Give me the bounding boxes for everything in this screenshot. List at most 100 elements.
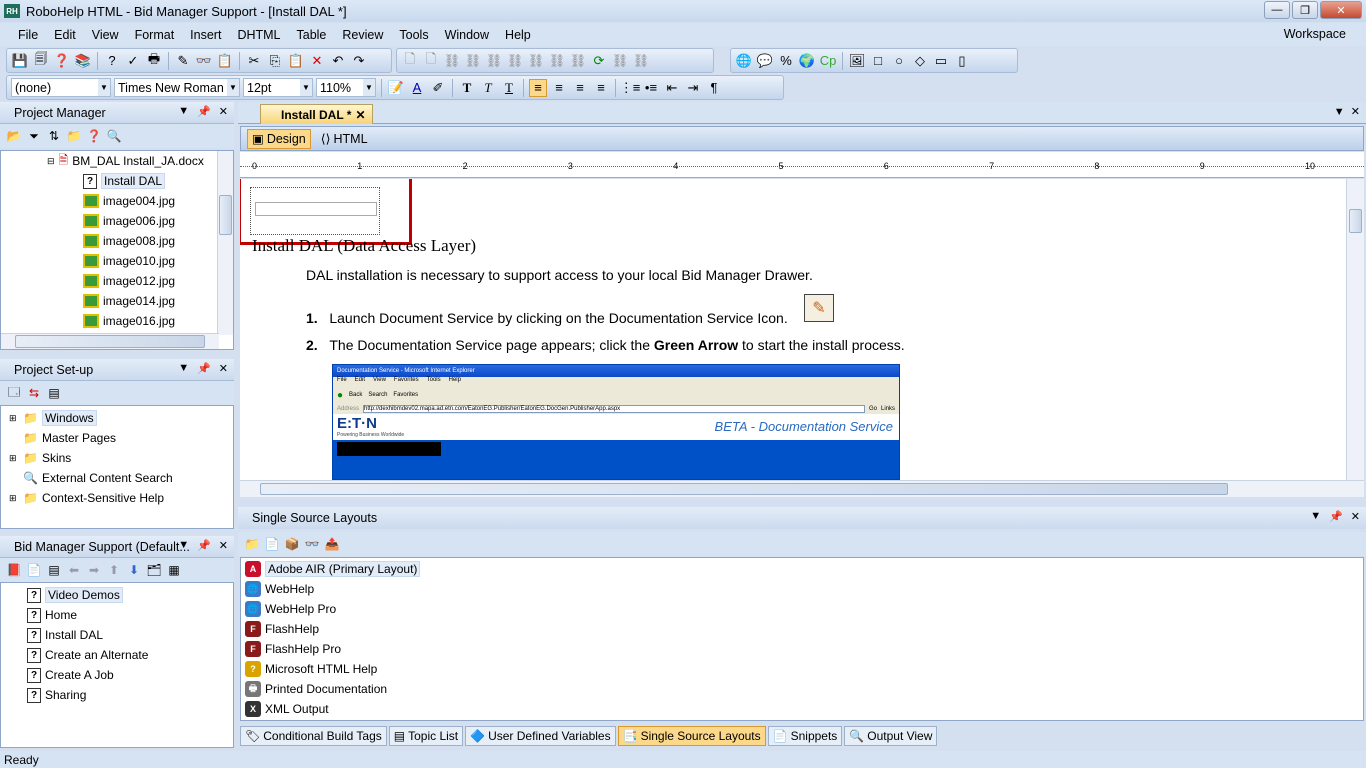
horizontal-scrollbar[interactable] <box>1 333 219 349</box>
ruler[interactable]: 0 1 2 3 4 5 6 7 8 9 10 <box>240 152 1364 178</box>
pencil-icon[interactable]: ✎ <box>174 52 192 70</box>
tree-item[interactable]: image012.jpg <box>1 271 233 291</box>
layout-item[interactable]: A Adobe AIR (Primary Layout) <box>241 559 1363 579</box>
tab-snippets[interactable]: 📄 Snippets <box>767 726 843 746</box>
outdent-icon[interactable]: ⇤ <box>663 79 681 97</box>
tree-item[interactable]: image004.jpg <box>1 191 233 211</box>
expand-icon[interactable]: ⊞ <box>9 493 19 504</box>
delete-icon[interactable]: ✕ <box>308 52 326 70</box>
open-folder-icon[interactable]: 📂 <box>6 128 22 144</box>
rectangle-icon[interactable]: □ <box>869 52 887 70</box>
justify-icon[interactable]: ≡ <box>592 79 610 97</box>
new-page-icon[interactable]: 🗋 <box>401 51 419 70</box>
web-icon[interactable]: 🌐 <box>735 52 753 70</box>
folder-icon[interactable]: 🗂 <box>146 562 162 578</box>
tree-item[interactable]: image016.jpg <box>1 311 233 331</box>
find-icon[interactable]: 🔍 <box>106 128 122 144</box>
diamond-icon[interactable]: ◇ <box>911 52 929 70</box>
align-center-icon[interactable]: ≡ <box>550 79 568 97</box>
dropdown-icon[interactable]: ▼ <box>1334 106 1345 118</box>
tab-user-defined-variables[interactable]: 🔷 User Defined Variables <box>465 726 616 746</box>
swap-icon[interactable]: ⇆ <box>26 385 42 401</box>
vertical-scrollbar[interactable] <box>217 151 233 335</box>
layout-item[interactable]: ? Microsoft HTML Help <box>241 659 1363 679</box>
underline-icon[interactable]: T <box>500 79 518 97</box>
highlight-icon[interactable]: ✐ <box>429 79 447 97</box>
expand-icon[interactable]: ⊞ <box>9 453 19 464</box>
tree-item[interactable]: image006.jpg <box>1 211 233 231</box>
globe-icon[interactable]: 🌍 <box>798 52 816 70</box>
paste-icon[interactable]: 📋 <box>287 52 305 70</box>
properties-icon[interactable]: 📄 <box>264 536 280 552</box>
list-icon[interactable]: ▤ <box>46 562 62 578</box>
link-icon[interactable]: ⛓ <box>485 52 503 70</box>
menu-window[interactable]: Window <box>437 28 497 42</box>
circle-icon[interactable]: ○ <box>890 52 908 70</box>
collapse-icon[interactable]: ⊟ <box>47 156 55 167</box>
bold-icon[interactable]: T <box>458 79 476 97</box>
layout-item[interactable]: 🖶 Printed Documentation <box>241 679 1363 699</box>
layout-item[interactable]: X XML Output <box>241 699 1363 719</box>
font-color-icon[interactable]: A <box>408 79 426 97</box>
tab-single-source-layouts[interactable]: 📑 Single Source Layouts <box>617 726 766 746</box>
new-layout-icon[interactable]: 📁 <box>244 536 260 552</box>
captivate-icon[interactable]: Cp <box>819 52 837 70</box>
new-icon[interactable]: 🗔 <box>6 385 22 401</box>
layout-item[interactable]: F FlashHelp Pro <box>241 639 1363 659</box>
arrow-up-icon[interactable]: ⬆ <box>106 562 122 578</box>
numbered-list-icon[interactable]: ⋮≡ <box>620 79 641 97</box>
toc-item[interactable]: ? Sharing <box>1 685 233 705</box>
document-horizontal-scrollbar[interactable] <box>240 480 1364 497</box>
align-right-icon[interactable]: ≡ <box>571 79 589 97</box>
setup-item[interactable]: ⊞ 📁 Windows <box>1 408 233 428</box>
link-icon[interactable]: ⛓ <box>548 52 566 70</box>
pilcrow-icon[interactable]: ¶ <box>705 79 723 97</box>
copy-page-icon[interactable]: 🗋 <box>422 51 440 70</box>
menu-tools[interactable]: Tools <box>391 28 436 42</box>
tab-install-dal[interactable]: Install DAL * ✕ <box>260 104 373 124</box>
dropdown-icon[interactable]: ▼ <box>178 539 189 552</box>
close-icon[interactable]: ✕ <box>219 105 228 118</box>
tags-icon[interactable]: % <box>777 52 795 70</box>
close-icon[interactable]: ✕ <box>1351 106 1360 118</box>
toc-item[interactable]: ? Video Demos <box>1 585 233 605</box>
document-canvas[interactable]: Install DAL (Data Access Layer) DAL inst… <box>240 179 1346 480</box>
menu-insert[interactable]: Insert <box>182 28 229 42</box>
menu-file[interactable]: File <box>10 28 46 42</box>
link-icon[interactable]: ⛓ <box>506 52 524 70</box>
toc-item[interactable]: ? Create A Job <box>1 665 233 685</box>
save-icon[interactable]: 💾 <box>11 52 29 70</box>
properties-icon[interactable]: 📋 <box>216 52 234 70</box>
cut-icon[interactable]: ✂ <box>245 52 263 70</box>
help-icon[interactable]: ❓ <box>86 128 102 144</box>
menu-format[interactable]: Format <box>127 28 183 42</box>
tab-conditional-build-tags[interactable]: 🏷 Conditional Build Tags <box>240 726 387 746</box>
arrow-down-icon[interactable]: ⬇ <box>126 562 142 578</box>
arrow-right-icon[interactable]: ➡ <box>86 562 102 578</box>
expand-icon[interactable]: ⊞ <box>9 413 19 424</box>
minimize-button[interactable]: — <box>1264 1 1290 19</box>
indent-icon[interactable]: ⇥ <box>684 79 702 97</box>
italic-icon[interactable]: T <box>479 79 497 97</box>
new-page-icon[interactable]: 📄 <box>26 562 42 578</box>
pin-icon[interactable]: 📌 <box>197 362 211 375</box>
tab-topic-list[interactable]: ▤ Topic List <box>388 726 464 746</box>
html-view-button[interactable]: ⟨⟩ HTML <box>317 129 372 149</box>
layout-item[interactable]: 🌐 WebHelp Pro <box>241 599 1363 619</box>
save-all-icon[interactable]: 🗐 <box>32 51 50 70</box>
close-icon[interactable]: ✕ <box>219 539 228 552</box>
tab-output-view[interactable]: 🔍 Output View <box>844 726 938 746</box>
window-icon[interactable]: ▤ <box>46 385 62 401</box>
menu-help[interactable]: Help <box>497 28 539 42</box>
close-icon[interactable]: ✕ <box>1351 510 1360 523</box>
menu-view[interactable]: View <box>84 28 127 42</box>
restore-button[interactable]: ❐ <box>1292 1 1318 19</box>
pin-icon[interactable]: 📌 <box>197 105 211 118</box>
bullet-list-icon[interactable]: •≡ <box>642 79 660 97</box>
help-topic-icon[interactable]: ❓ <box>53 52 71 70</box>
refresh-icon[interactable]: ⟳ <box>590 52 608 70</box>
zoom-select[interactable]: 110% ▼ <box>316 78 376 97</box>
workspace-menu[interactable]: Workspace <box>1284 27 1346 41</box>
close-window-button[interactable]: ✕ <box>1320 1 1362 19</box>
layout-item[interactable]: F FlashHelp <box>241 619 1363 639</box>
